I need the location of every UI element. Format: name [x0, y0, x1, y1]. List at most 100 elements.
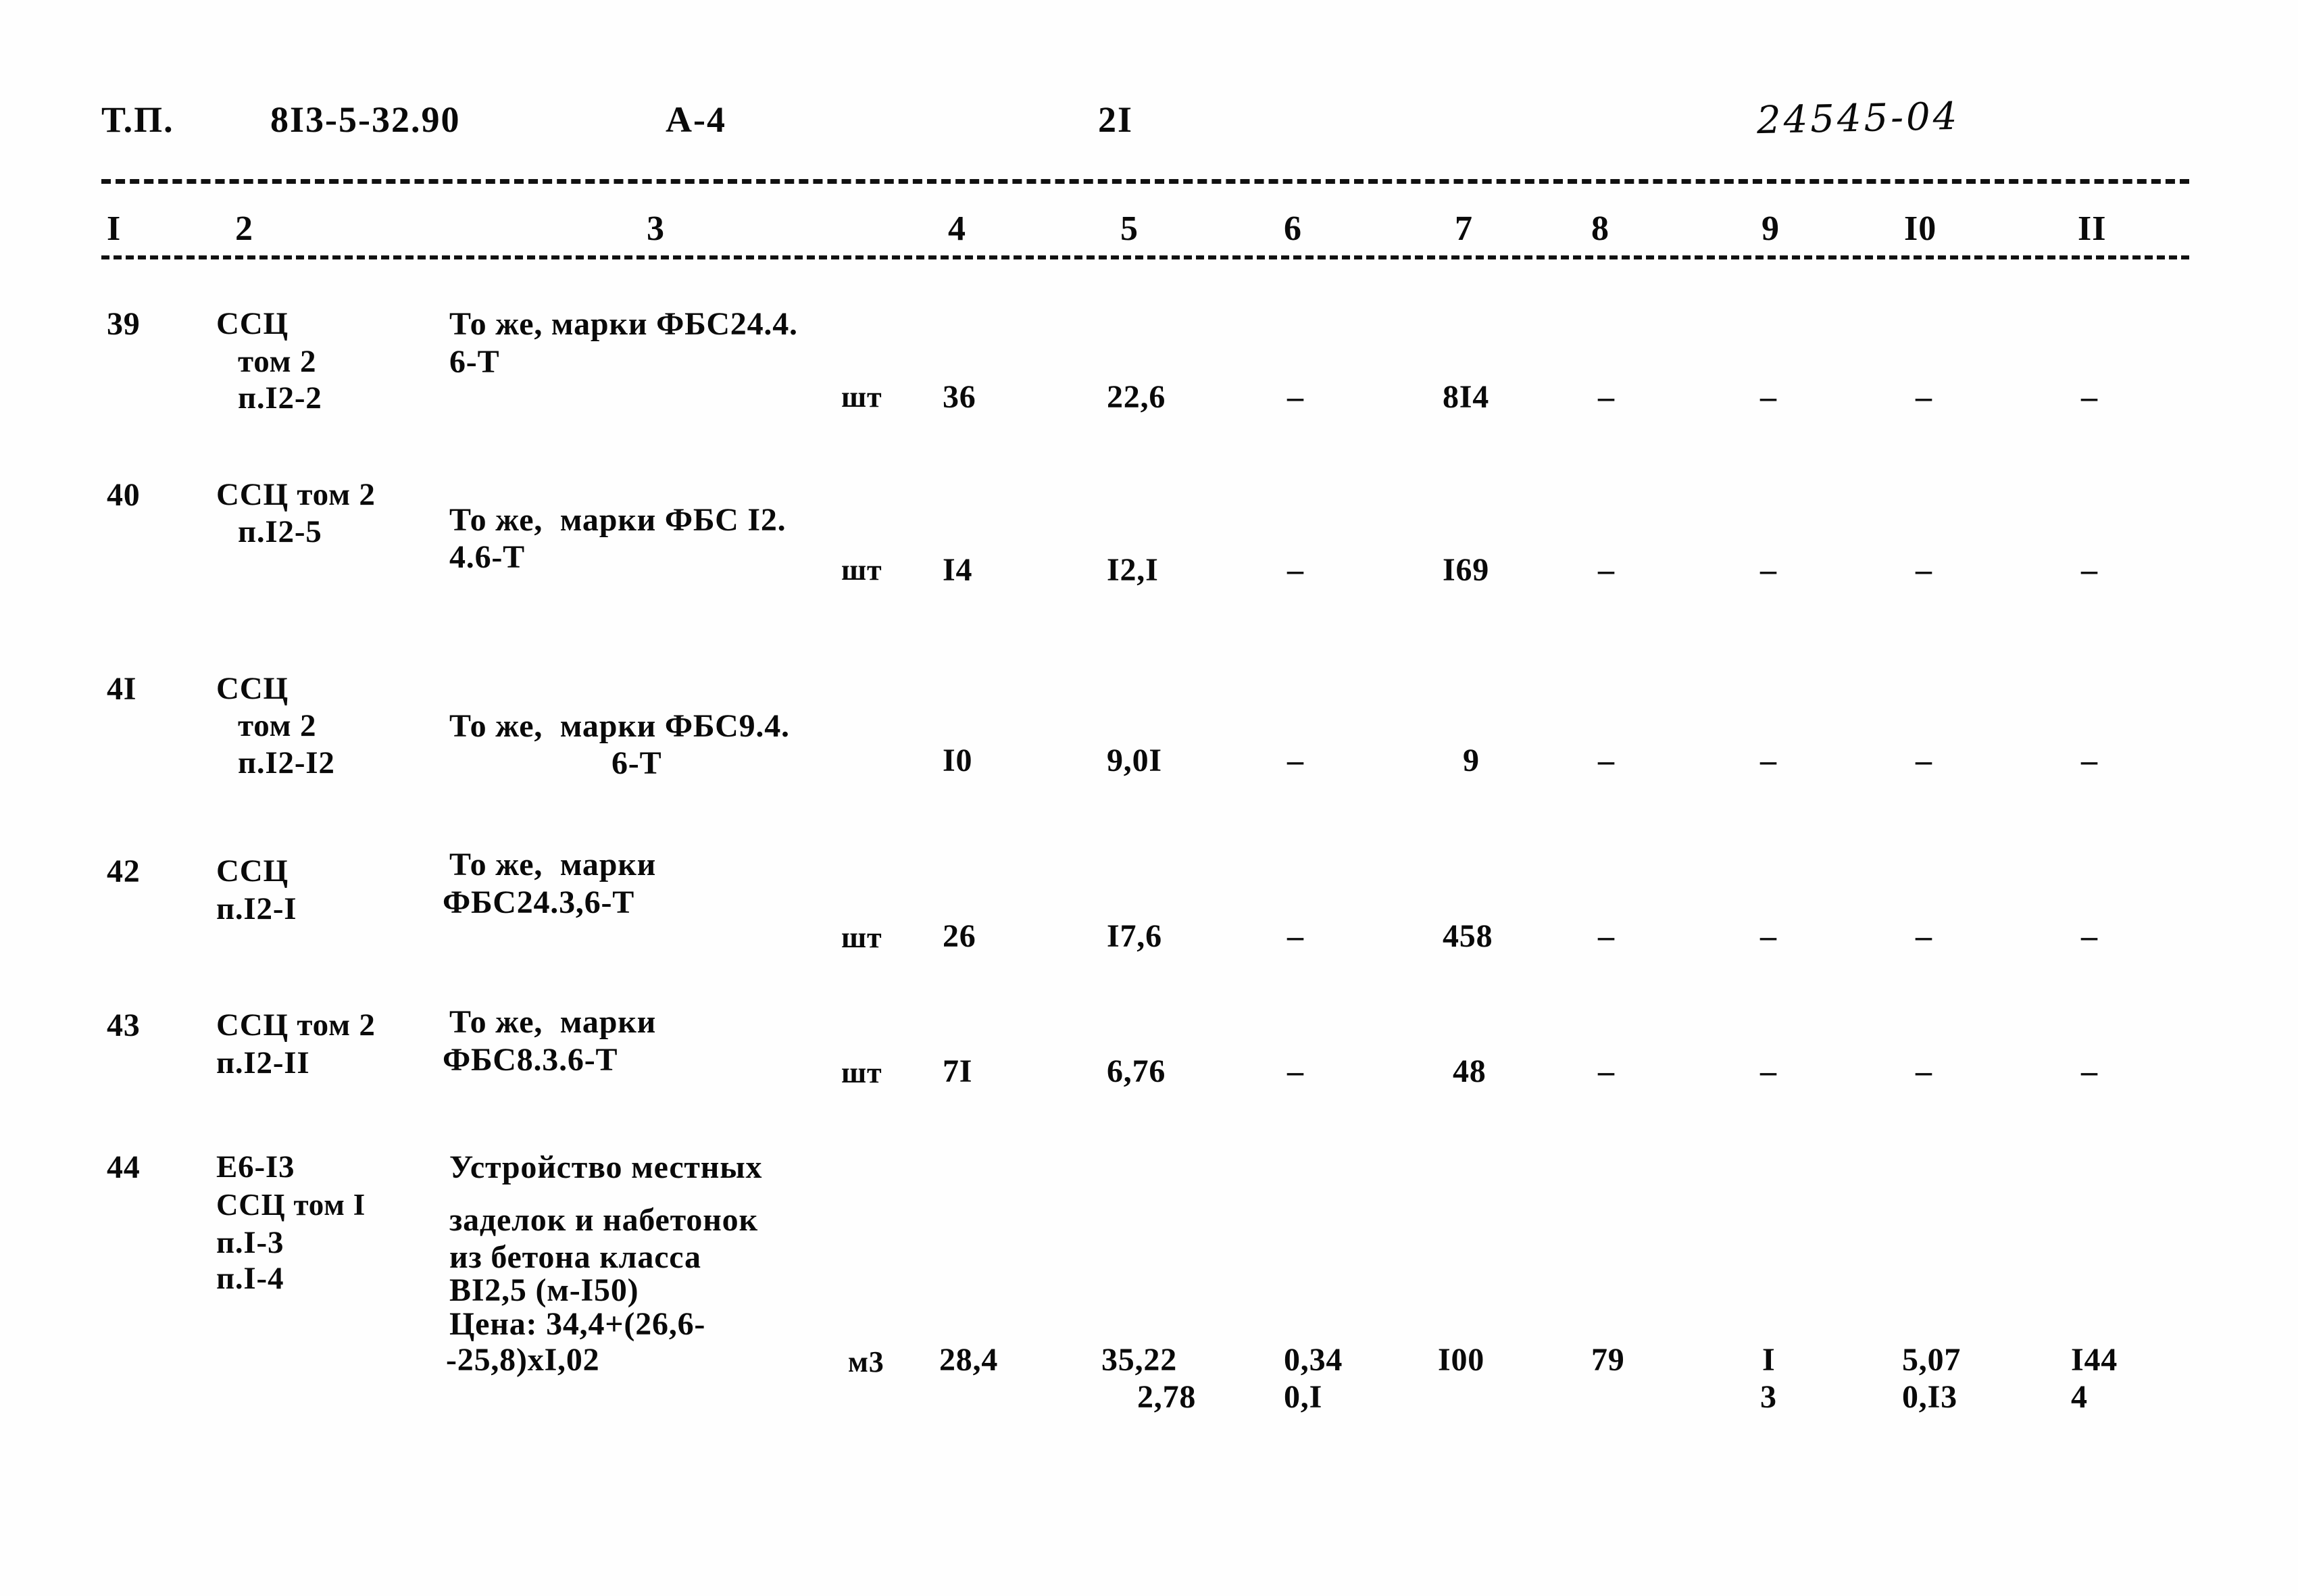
album-number: A-4: [666, 99, 726, 140]
row-ref-line: ССЦ: [216, 853, 289, 889]
column-header-9: 9: [1762, 209, 1780, 248]
row-col10-value: –: [1916, 1053, 1932, 1089]
row-ref-line: ССЦ том 2: [216, 477, 376, 512]
row-col7-value: 9: [1463, 743, 1480, 778]
row-ref-line: п.I2-I: [216, 891, 297, 926]
row-col7-value: 458: [1443, 918, 1493, 954]
row-col7-value: 8I4: [1443, 379, 1490, 415]
row-description-line: ВI2,5 (м-I50): [449, 1272, 639, 1308]
row-description-line: 6-Т: [449, 344, 500, 380]
row-col8-value: –: [1598, 379, 1615, 415]
row-description-line: То же, марки: [449, 1004, 657, 1040]
row-description-line: ФБС24.3,6-Т: [443, 884, 635, 920]
row-col7-value: 48: [1453, 1053, 1487, 1089]
column-header-7: 7: [1455, 209, 1473, 248]
row-col4-quantity: 36: [943, 379, 976, 415]
row-col4-quantity: 26: [943, 918, 976, 954]
document-page: Т.П. 8I3-5-32.90 A-4 2I 24545-04 I 2 3 4…: [0, 0, 2298, 1596]
row-ref-line: п.I2-2: [238, 380, 322, 416]
row-col8-value: –: [1598, 1053, 1615, 1089]
row-col11-value: –: [2081, 379, 2098, 415]
row-col4-quantity: I0: [943, 743, 973, 778]
row-col5-value: 22,6: [1107, 379, 1166, 415]
row-col6-value: –: [1287, 379, 1304, 415]
row-description-line: заделок и набетонок: [449, 1202, 758, 1238]
row-col5-value: I2,I: [1107, 552, 1159, 588]
row-ref-line: том 2: [238, 344, 317, 379]
page-number: 2I: [1098, 99, 1134, 140]
row-col10-value: –: [1916, 743, 1932, 778]
row-description-line: -25,8)хI,02: [446, 1342, 600, 1378]
row-col9-value: –: [1760, 743, 1777, 778]
row-col10-value: –: [1916, 552, 1932, 588]
row-col7-value: I00: [1438, 1342, 1485, 1378]
row-col8-value: –: [1598, 743, 1615, 778]
row-col8-value: 79: [1591, 1342, 1625, 1378]
row-col5-value: 9,0I: [1107, 743, 1162, 778]
row-col9-value: I: [1762, 1342, 1776, 1378]
column-header-3: 3: [647, 209, 665, 248]
row-col5-value: I7,6: [1107, 918, 1162, 954]
column-header-4: 4: [948, 209, 966, 248]
column-header-11: II: [2078, 209, 2107, 248]
row-col11-value: –: [2081, 743, 2098, 778]
row-number: 40: [107, 477, 141, 513]
column-header-2: 2: [235, 209, 253, 248]
row-description-line: Цена: 34,4+(26,6-: [449, 1306, 706, 1342]
row-col6-value: –: [1287, 552, 1304, 588]
row-number: 44: [107, 1149, 141, 1185]
row-col9-value: –: [1760, 552, 1777, 588]
row-description-line: Устройство местных: [449, 1149, 763, 1185]
rule-below-column-headers: [101, 255, 2189, 259]
row-col8-value: –: [1598, 552, 1615, 588]
row-col5-value: 35,22: [1101, 1342, 1177, 1378]
row-number: 4I: [107, 671, 137, 707]
column-header-1: I: [107, 209, 122, 248]
row-unit: шт: [841, 1056, 882, 1089]
row-number: 42: [107, 853, 141, 889]
column-header-10: I0: [1904, 209, 1937, 248]
row-col5-value: 6,76: [1107, 1053, 1166, 1089]
row-ref-line: том 2: [238, 708, 317, 743]
row-col5-value-secondary: 2,78: [1137, 1379, 1197, 1415]
column-header-8: 8: [1591, 209, 1609, 248]
column-header-6: 6: [1284, 209, 1302, 248]
row-description-line: ФБС8.3.6-Т: [443, 1042, 618, 1078]
row-col6-value: –: [1287, 743, 1304, 778]
row-col9-value: –: [1760, 1053, 1777, 1089]
row-description-line: То же, марки: [449, 847, 657, 882]
column-header-5: 5: [1120, 209, 1139, 248]
rule-above-column-headers: [101, 179, 2189, 184]
row-ref-line: п.I-3: [216, 1225, 284, 1260]
row-description-line: То же, марки ФБС24.4.: [449, 306, 798, 342]
row-description-line: 4.6-Т: [449, 539, 525, 575]
row-col10-value: –: [1916, 379, 1932, 415]
row-ref-line: п.I2-II: [216, 1045, 310, 1080]
row-ref-line: п.I-4: [216, 1261, 284, 1296]
row-col11-value: –: [2081, 918, 2098, 954]
row-ref-line: ССЦ том I: [216, 1188, 366, 1222]
row-col11-value: –: [2081, 1053, 2098, 1089]
row-ref-line: ССЦ: [216, 306, 289, 341]
row-col11-value: I44: [2071, 1342, 2118, 1378]
row-ref-line: п.I2-I2: [238, 745, 335, 780]
row-description-line: То же, марки ФБС I2.: [449, 502, 786, 538]
row-col6-value: 0,34: [1284, 1342, 1343, 1378]
row-ref-line: ССЦ том 2: [216, 1007, 376, 1043]
row-ref-line: п.I2-5: [238, 514, 322, 549]
row-unit: м3: [848, 1345, 884, 1378]
row-col10-value-secondary: 0,I3: [1902, 1379, 1957, 1415]
row-unit: шт: [841, 380, 882, 414]
row-col6-value: –: [1287, 1053, 1304, 1089]
row-description-line: 6-Т: [611, 745, 662, 781]
row-col10-value: –: [1916, 918, 1932, 954]
row-col6-value: –: [1287, 918, 1304, 954]
row-col6-value-secondary: 0,I: [1284, 1379, 1323, 1415]
row-col8-value: –: [1598, 918, 1615, 954]
row-col4-quantity: I4: [943, 552, 973, 588]
row-col9-value: –: [1760, 918, 1777, 954]
archive-code-stamp: 24545-04: [1756, 94, 1960, 143]
doc-type-label: Т.П.: [101, 99, 174, 140]
series-number: 8I3-5-32.90: [270, 99, 461, 140]
row-col9-value-secondary: 3: [1760, 1379, 1777, 1415]
